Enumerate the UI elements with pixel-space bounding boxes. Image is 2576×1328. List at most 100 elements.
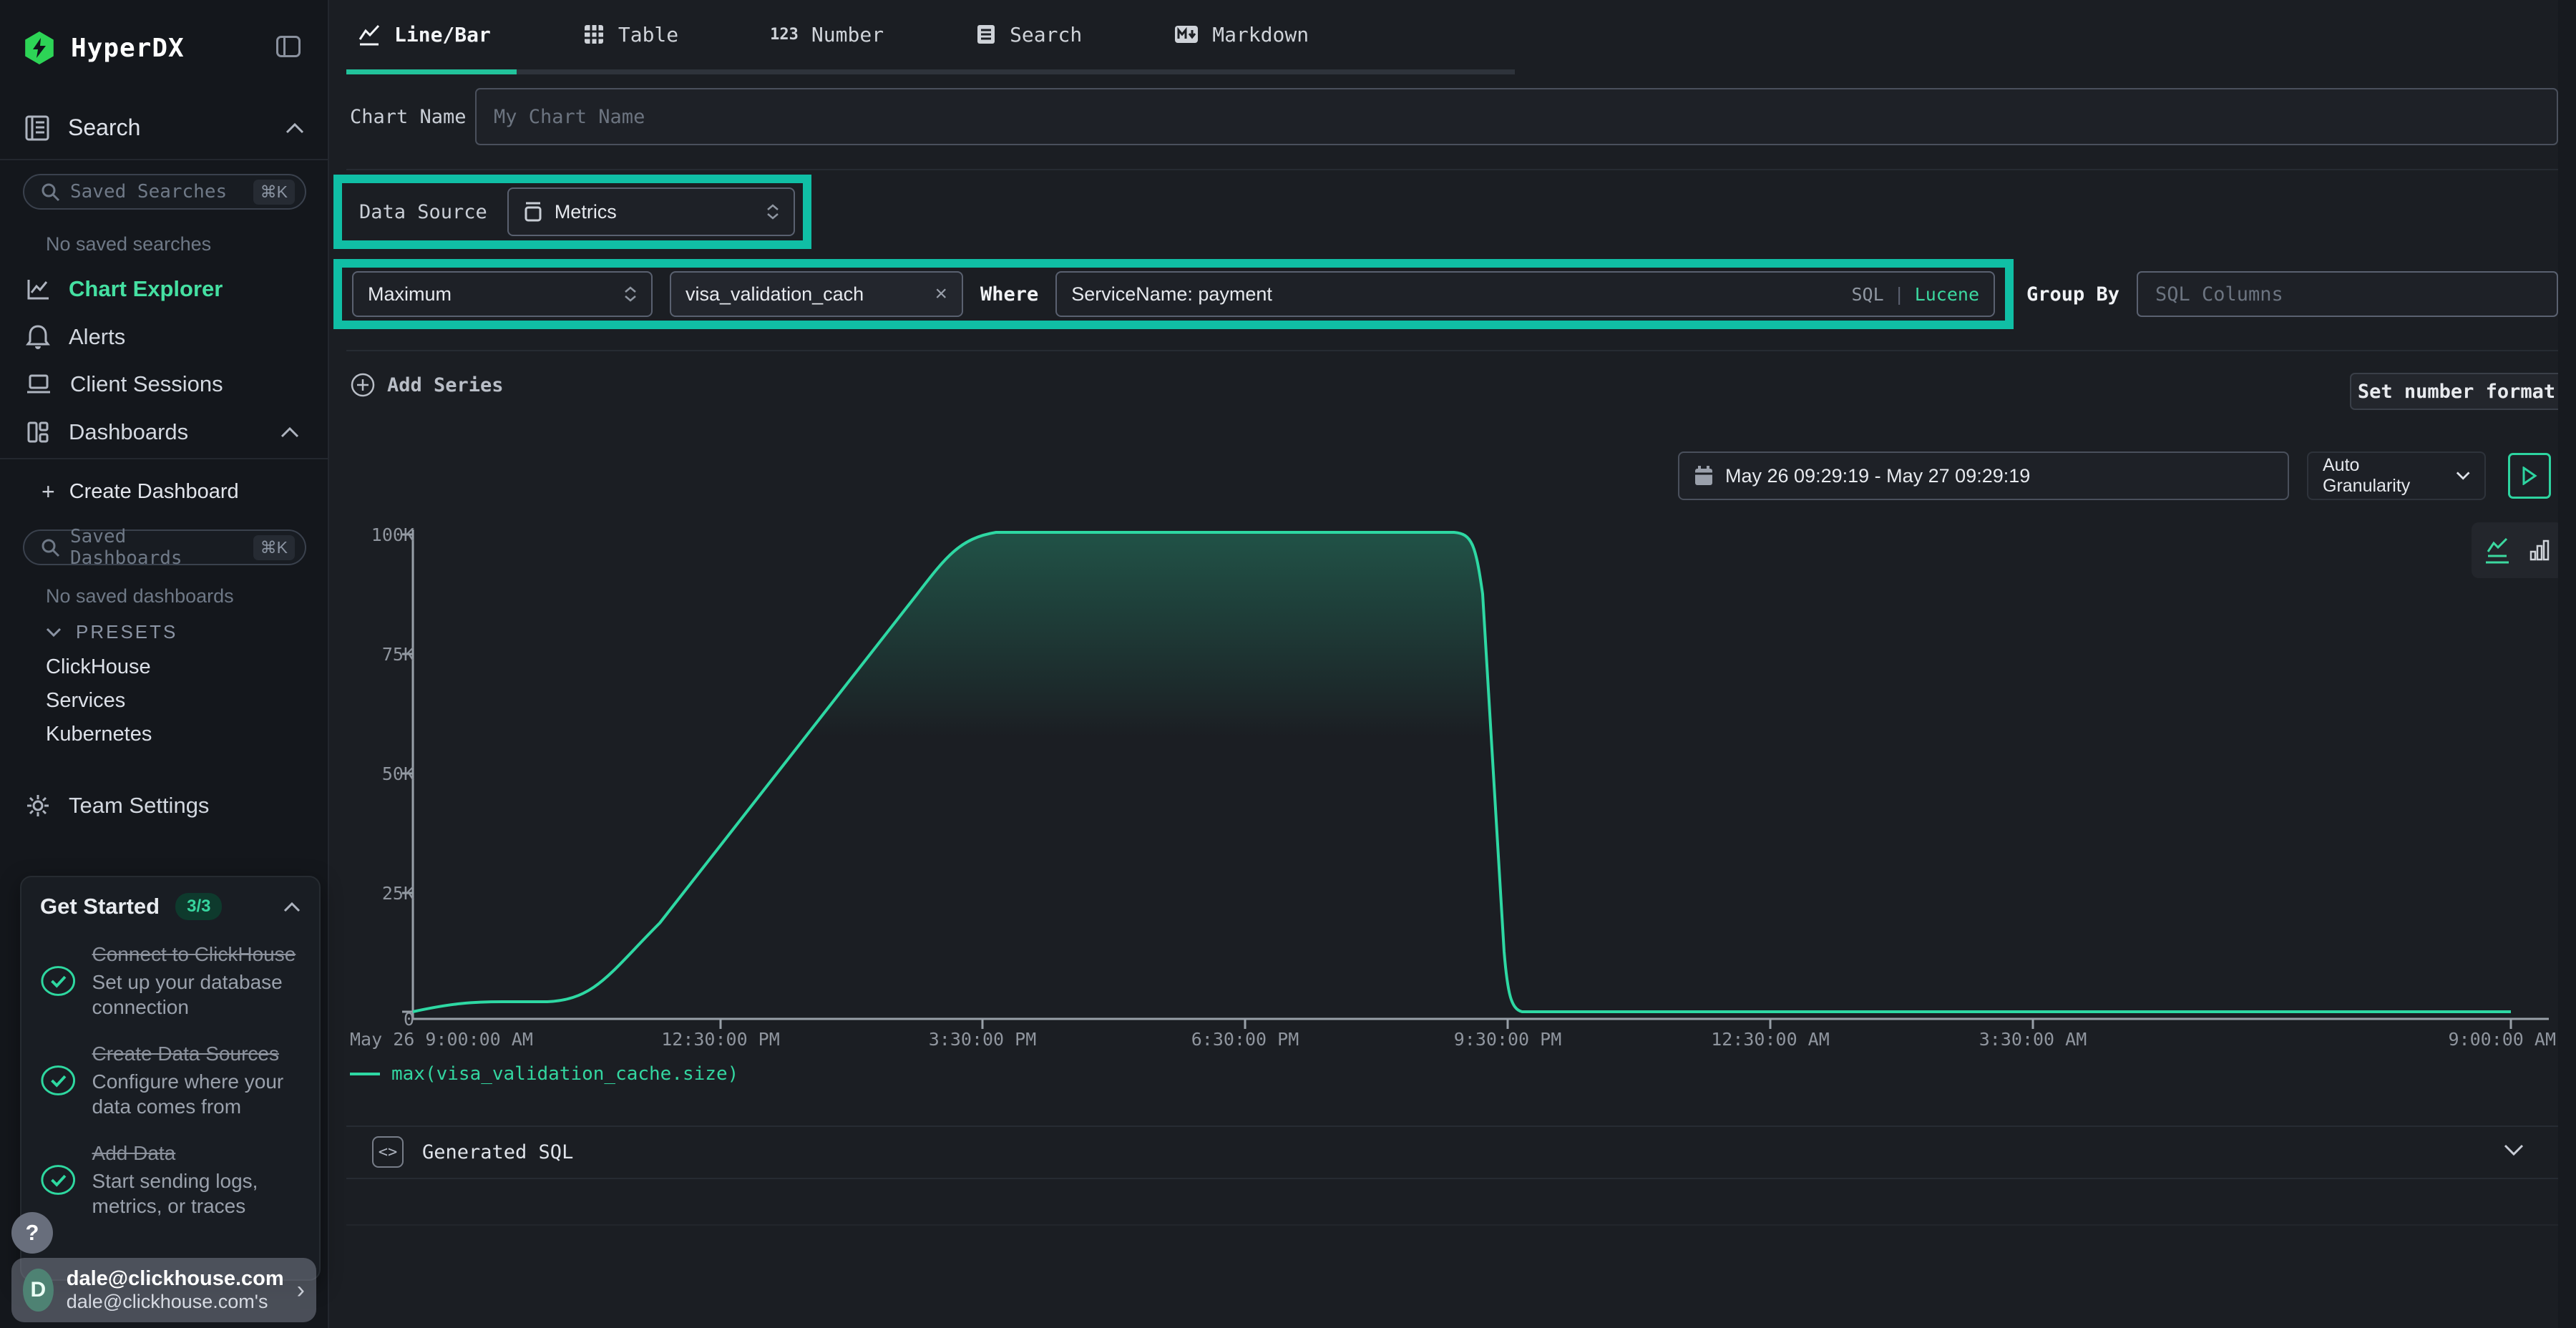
help-button[interactable]: ? xyxy=(11,1212,53,1254)
tab-line-bar[interactable]: Line/Bar xyxy=(357,22,491,47)
time-range-value: May 26 09:29:19 - May 27 09:29:19 xyxy=(1725,465,2030,487)
tab-number[interactable]: 123 Number xyxy=(770,23,884,47)
x-tick-label: 12:30:00 AM xyxy=(1711,1029,1830,1050)
tab-table[interactable]: Table xyxy=(582,23,678,47)
check-circle-icon xyxy=(40,1062,77,1099)
code-icon: <> xyxy=(372,1136,404,1168)
run-query-button[interactable] xyxy=(2508,453,2551,499)
get-started-card: Get Started 3/3 Connect to ClickHouse Se… xyxy=(20,876,321,1281)
chart-name-input[interactable] xyxy=(475,88,2558,145)
chevron-up-icon xyxy=(286,122,304,134)
get-started-title: Get Started xyxy=(40,894,160,919)
saved-searches-input[interactable]: Saved Searches ⌘K xyxy=(23,174,306,210)
create-dashboard-button[interactable]: + Create Dashboard xyxy=(0,472,328,512)
generated-sql-label: Generated SQL xyxy=(422,1141,573,1163)
get-started-item[interactable]: Connect to ClickHouse Set up your databa… xyxy=(40,942,301,1020)
preset-clickhouse[interactable]: ClickHouse xyxy=(46,655,151,679)
tab-label: Search xyxy=(1010,23,1082,47)
series-area-fill xyxy=(413,532,2511,1012)
no-saved-searches-note: No saved searches xyxy=(46,233,211,255)
sidebar: HyperDX Search Saved Searches ⌘K No save… xyxy=(0,0,329,1328)
sidebar-item-client-sessions[interactable]: Client Sessions xyxy=(0,364,328,404)
lang-separator: | xyxy=(1894,284,1905,305)
sidebar-item-team-settings[interactable]: Team Settings xyxy=(0,786,328,826)
add-series-button[interactable]: Add Series xyxy=(350,372,504,398)
chevron-down-icon xyxy=(2504,1144,2524,1156)
get-started-item[interactable]: Add Data Start sending logs, metrics, or… xyxy=(40,1141,301,1219)
data-source-label: Data Source xyxy=(359,201,487,223)
time-range-picker[interactable]: May 26 09:29:19 - May 27 09:29:19 xyxy=(1678,451,2289,500)
metric-chip[interactable]: visa_validation_cach × xyxy=(670,271,963,317)
line-bar-icon xyxy=(357,22,381,47)
markdown-icon xyxy=(1174,24,1199,45)
x-tick-label: 9:00:00 AM xyxy=(2448,1029,2556,1050)
sidebar-section-search[interactable]: Search xyxy=(25,114,304,141)
x-tick-label: 3:30:00 AM xyxy=(1979,1029,2087,1050)
app-logo[interactable]: HyperDX xyxy=(24,31,185,64)
search-icon xyxy=(40,182,60,202)
lucene-mode-toggle[interactable]: Lucene xyxy=(1915,284,1979,305)
avatar: D xyxy=(23,1269,54,1312)
data-source-select[interactable]: Metrics xyxy=(507,187,795,236)
line-chart-icon xyxy=(26,277,50,301)
presets-header[interactable]: PRESETS xyxy=(46,621,177,643)
group-by-input[interactable] xyxy=(2137,271,2558,317)
tab-label: Number xyxy=(811,23,884,47)
presets-label: PRESETS xyxy=(76,621,177,643)
search-icon xyxy=(40,537,60,557)
generated-sql-toggle[interactable]: <> Generated SQL xyxy=(331,1128,2558,1176)
sidebar-item-dashboards[interactable]: Dashboards xyxy=(0,412,328,452)
user-email: dale@clickhouse.com xyxy=(67,1267,284,1291)
sql-mode-toggle[interactable]: SQL xyxy=(1851,284,1883,305)
where-value: ServiceName: payment xyxy=(1071,283,1272,306)
chevron-up-icon[interactable] xyxy=(283,902,301,912)
calendar-icon xyxy=(1694,465,1714,487)
user-menu[interactable]: D dale@clickhouse.com dale@clickhouse.co… xyxy=(11,1258,316,1322)
get-started-item[interactable]: Create Data Sources Configure where your… xyxy=(40,1041,301,1119)
x-tick-label: 6:30:00 PM xyxy=(1191,1029,1299,1050)
123-icon: 123 xyxy=(770,26,799,44)
select-chevrons-icon xyxy=(766,204,779,220)
task-subtitle: Set up your database connection xyxy=(92,970,301,1020)
chevron-up-icon xyxy=(280,426,299,438)
tab-markdown[interactable]: Markdown xyxy=(1174,23,1309,47)
where-input[interactable]: ServiceName: payment SQL | Lucene xyxy=(1055,271,1995,317)
aggregation-select[interactable]: Maximum xyxy=(352,271,653,317)
nav-label: Alerts xyxy=(69,324,125,350)
group-by-label: Group By xyxy=(2026,283,2119,306)
metric-name: visa_validation_cach xyxy=(686,283,864,306)
chart-name-label: Chart Name xyxy=(350,106,467,128)
add-series-label: Add Series xyxy=(387,374,504,396)
collapse-sidebar-icon[interactable] xyxy=(276,36,301,57)
metric-line-chart[interactable] xyxy=(402,501,2563,1045)
user-subtitle: dale@clickhouse.com's xyxy=(67,1291,284,1313)
create-dashboard-label: Create Dashboard xyxy=(69,480,239,504)
chevron-down-icon xyxy=(2456,471,2470,481)
journal-icon xyxy=(25,115,49,141)
sidebar-item-alerts[interactable]: Alerts xyxy=(0,317,328,357)
nav-label: Chart Explorer xyxy=(69,276,223,302)
series-annotation-box: Maximum visa_validation_cach × Where Ser… xyxy=(333,259,2014,329)
granularity-select[interactable]: Auto Granularity xyxy=(2307,451,2486,500)
saved-dashboards-placeholder: Saved Dashboards xyxy=(70,526,243,569)
data-source-value: Metrics xyxy=(555,201,617,223)
x-tick-label: 9:30:00 PM xyxy=(1454,1029,1562,1050)
chart-legend[interactable]: max(visa_validation_cache.size) xyxy=(350,1063,738,1085)
main-content: Line/Bar Table 123 Number Search xyxy=(331,0,2576,1328)
x-tick-marks xyxy=(721,1019,2511,1029)
set-number-format-button[interactable]: Set number format xyxy=(2350,373,2563,410)
y-tick-label: 25K xyxy=(382,883,414,904)
scroll-gutter[interactable] xyxy=(2558,0,2576,1328)
legend-line-swatch xyxy=(350,1073,380,1075)
remove-metric-icon[interactable]: × xyxy=(935,282,947,306)
no-saved-dashboards-note: No saved dashboards xyxy=(46,585,234,607)
preset-services[interactable]: Services xyxy=(46,689,125,713)
plus-icon: + xyxy=(42,479,55,505)
saved-dashboards-input[interactable]: Saved Dashboards ⌘K xyxy=(23,529,306,565)
gear-icon xyxy=(26,794,50,818)
sidebar-item-chart-explorer[interactable]: Chart Explorer xyxy=(0,269,328,309)
chevron-right-icon: › xyxy=(297,1276,305,1304)
tab-label: Markdown xyxy=(1212,23,1309,47)
tab-search[interactable]: Search xyxy=(975,23,1082,47)
preset-kubernetes[interactable]: Kubernetes xyxy=(46,723,152,746)
